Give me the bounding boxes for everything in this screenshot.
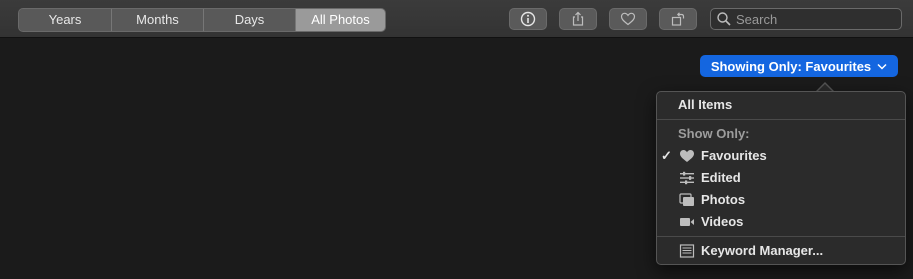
heart-icon bbox=[620, 12, 636, 26]
filter-button-label: Showing Only: Favourites bbox=[710, 58, 872, 74]
menu-item-photos[interactable]: Photos bbox=[657, 189, 905, 211]
chevron-down-icon bbox=[877, 63, 887, 70]
rotate-icon bbox=[671, 12, 685, 26]
menu-item-label: Keyword Manager... bbox=[701, 243, 824, 258]
search-input[interactable] bbox=[732, 11, 896, 27]
search-field[interactable] bbox=[710, 8, 902, 30]
menu-separator bbox=[657, 236, 905, 237]
favourite-button[interactable] bbox=[609, 8, 647, 30]
menu-item-keyword-manager[interactable]: Keyword Manager... bbox=[657, 240, 905, 262]
video-icon bbox=[680, 218, 694, 226]
menu-item-all-items[interactable]: All Items bbox=[657, 94, 905, 116]
menu-item-videos[interactable]: Videos bbox=[657, 211, 905, 233]
sliders-icon bbox=[680, 171, 694, 185]
heart-icon bbox=[680, 150, 694, 162]
view-segmented-control: Years Months Days All Photos bbox=[18, 8, 386, 32]
segment-all-photos[interactable]: All Photos bbox=[295, 9, 385, 31]
toolbar: Years Months Days All Photos bbox=[0, 0, 913, 38]
segment-days[interactable]: Days bbox=[203, 9, 295, 31]
checkmark-icon: ✓ bbox=[661, 148, 672, 163]
rotate-button[interactable] bbox=[659, 8, 697, 30]
keyword-manager-icon bbox=[679, 244, 695, 258]
menu-item-favourites[interactable]: ✓ Favourites bbox=[657, 145, 905, 167]
filter-menu: All Items Show Only: ✓ Favourites Edited… bbox=[656, 91, 906, 265]
photos-icon bbox=[679, 193, 694, 206]
info-button[interactable] bbox=[509, 8, 547, 30]
search-icon bbox=[717, 12, 731, 26]
menu-item-label: Videos bbox=[701, 214, 744, 229]
showing-only-filter-button[interactable]: Showing Only: Favourites bbox=[700, 55, 898, 77]
menu-header-show-only: Show Only: bbox=[657, 123, 905, 145]
segment-months[interactable]: Months bbox=[111, 9, 203, 31]
menu-header-label: Show Only: bbox=[678, 126, 750, 141]
info-icon bbox=[520, 11, 536, 27]
menu-item-label: Edited bbox=[701, 170, 741, 185]
menu-item-label: Photos bbox=[701, 192, 746, 207]
menu-item-label: All Items bbox=[678, 97, 733, 112]
share-button[interactable] bbox=[559, 8, 597, 30]
menu-item-edited[interactable]: Edited bbox=[657, 167, 905, 189]
menu-separator bbox=[657, 119, 905, 120]
segment-years[interactable]: Years bbox=[19, 9, 111, 31]
share-icon bbox=[572, 11, 584, 26]
menu-item-label: Favourites bbox=[701, 148, 767, 163]
